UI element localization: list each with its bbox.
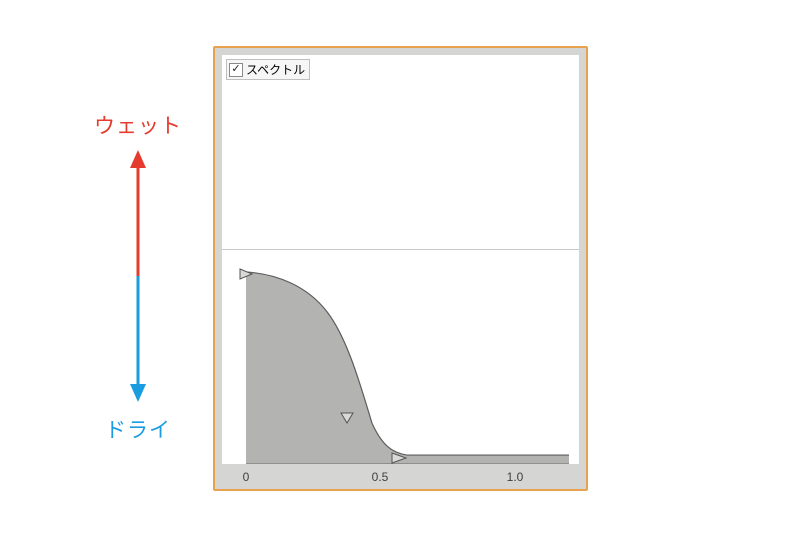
x-tick-0: 0 [243, 470, 250, 484]
x-tick-10: 1.0 [507, 470, 524, 484]
plot-area[interactable]: ✓ スペクトル [222, 55, 579, 464]
curve-handle-0[interactable] [238, 267, 254, 279]
curve-svg [222, 55, 579, 464]
stage: ウェット ドライ [0, 0, 800, 533]
curve-fill [246, 272, 569, 464]
legend-checkbox[interactable]: ✓ [229, 63, 243, 77]
x-tick-05: 0.5 [372, 470, 389, 484]
wet-dry-arrows [78, 146, 198, 406]
legend-label: スペクトル [246, 61, 305, 78]
curve-handle-1[interactable] [340, 411, 356, 423]
curve-editor-panel: ✓ スペクトル 0 0.5 1.0 [213, 46, 588, 491]
curve-handle-2[interactable] [390, 451, 406, 463]
wet-label: ウェット [78, 110, 198, 140]
dry-label: ドライ [78, 414, 198, 444]
legend: ✓ スペクトル [226, 59, 310, 80]
axis-annotation-column: ウェット ドライ [78, 110, 198, 444]
